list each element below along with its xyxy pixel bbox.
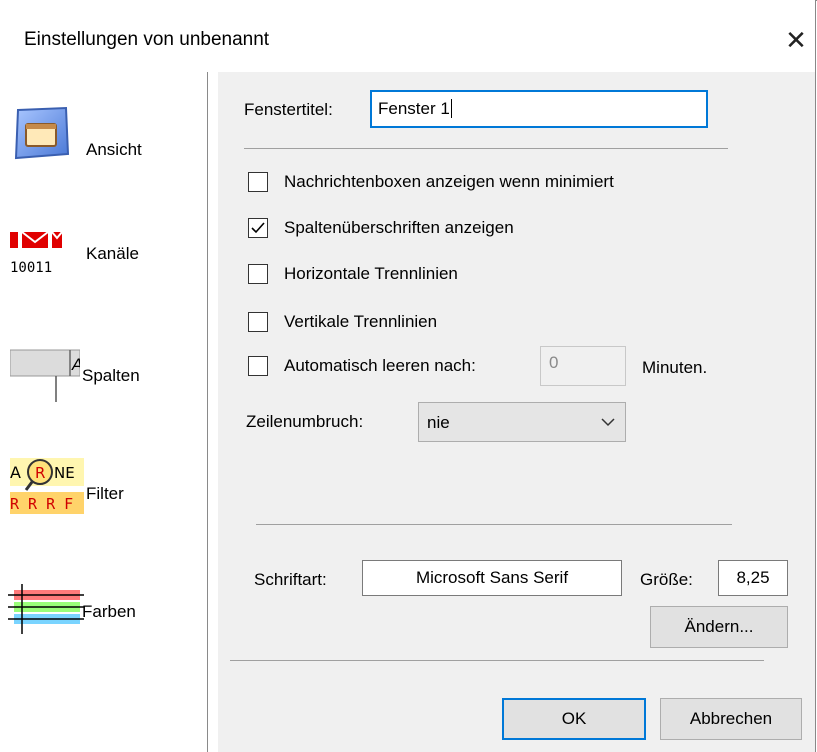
checkbox-label: Vertikale Trennlinien [284,312,438,331]
mail-channels-icon: 10011 [10,231,63,276]
sidebar: Ansicht 10011 Kanäle A Spalten A R NE [0,72,207,752]
checkbox-show-column-headers[interactable] [248,218,268,238]
sidebar-item-label: Spalten [82,366,140,385]
columns-icon: A [10,349,80,402]
checkbox-label: Horizontale Trennlinien [284,264,458,283]
sidebar-item-label: Kanäle [86,244,139,263]
svg-text:A: A [10,463,21,482]
sidebar-item-kanaele[interactable]: 10011 Kanäle [0,212,207,312]
checkbox-auto-clear[interactable] [248,356,268,376]
wrap-select[interactable]: nie [418,402,626,442]
window-frame-right [815,0,816,752]
sidebar-item-filter[interactable]: A R NE R R R F Filter [0,448,207,548]
sidebar-item-label: Farben [82,602,136,621]
separator-top [244,148,728,149]
checkbox-label: Automatisch leeren nach: [284,356,476,375]
font-name-display: Microsoft Sans Serif [362,560,622,596]
window-title: Einstellungen von unbenannt [24,29,270,50]
checkmark-icon [251,222,265,234]
close-button[interactable]: ✕ [778,22,814,58]
wrap-label: Zeilenumbruch: [246,412,364,431]
size-label: Größe: [640,570,693,589]
sidebar-item-label: Ansicht [86,140,142,159]
cancel-button[interactable]: Abbrechen [660,698,802,740]
separator-middle [256,524,732,525]
window-title-input[interactable]: Fenster 1 [370,90,708,128]
window-title-label: Fenstertitel: [244,100,333,119]
svg-text:R R R F: R R R F [10,495,73,513]
svg-text:10011: 10011 [10,260,52,276]
change-font-button[interactable]: Ändern... [650,606,788,648]
sidebar-item-farben[interactable]: Farben [0,566,207,666]
sidebar-item-label: Filter [86,484,124,503]
color-lines-icon [8,584,84,634]
font-size-display: 8,25 [718,560,788,596]
close-icon: ✕ [785,25,807,55]
settings-panel: Fenstertitel: Fenster 1 Nachrichtenboxen… [218,72,815,752]
font-label: Schriftart: [254,570,327,589]
checkbox-show-message-boxes[interactable] [248,172,268,192]
sidebar-item-ansicht[interactable]: Ansicht [0,92,207,192]
sidebar-divider [207,72,208,752]
checkbox-label: Spaltenüberschriften anzeigen [284,218,514,237]
checkbox-vertical-lines[interactable] [248,312,268,332]
svg-text:R: R [35,464,45,482]
minutes-unit-label: Minuten. [642,358,708,377]
chevron-down-icon [601,418,615,427]
filter-magnifier-icon: A R NE R R R F [10,458,84,514]
sidebar-item-spalten[interactable]: A Spalten [0,330,207,430]
checkbox-label: Nachrichtenboxen anzeigen wenn minimiert [284,172,614,191]
checkbox-horizontal-lines[interactable] [248,264,268,284]
svg-text:A: A [71,355,80,374]
auto-clear-minutes-input[interactable]: 0 [540,346,626,386]
separator-bottom [230,660,764,661]
ok-button[interactable]: OK [502,698,646,740]
svg-text:NE: NE [54,464,75,482]
window-view-icon [14,106,70,160]
